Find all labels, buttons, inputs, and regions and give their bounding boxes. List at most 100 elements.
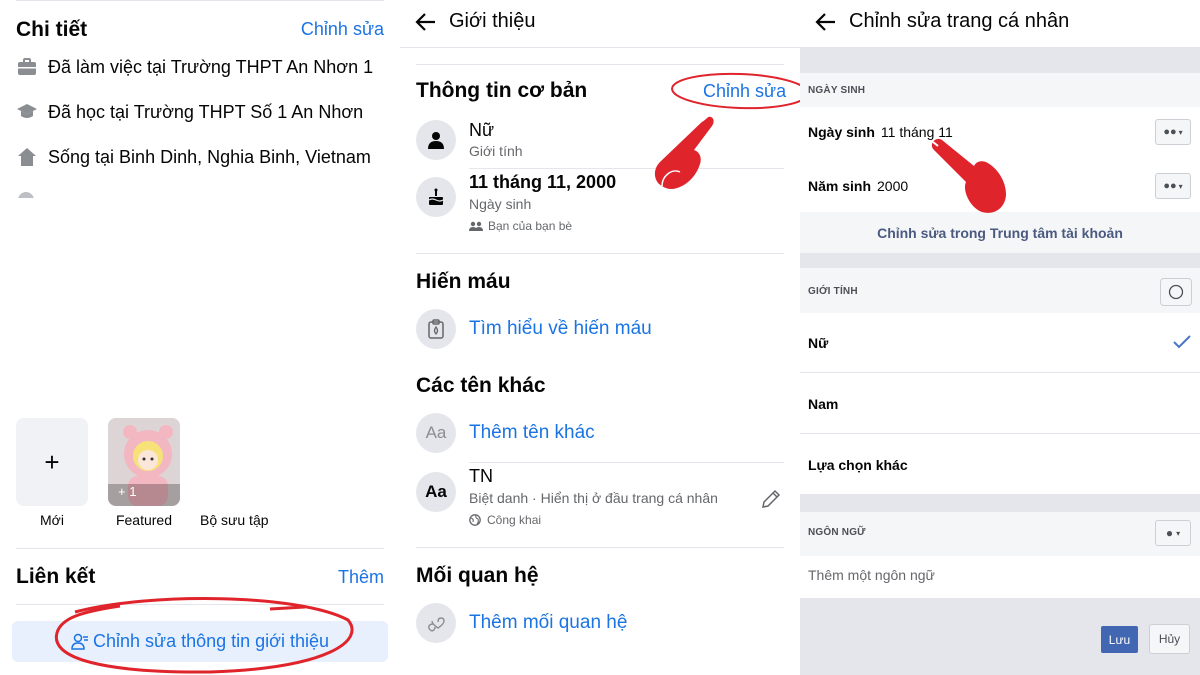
divider xyxy=(16,0,384,1)
cancel-button[interactable]: Hủy xyxy=(1149,624,1190,654)
divider xyxy=(16,604,384,605)
gender-value: Nữ xyxy=(469,120,495,140)
graduation-cap-icon xyxy=(16,101,38,123)
plus-icon: + xyxy=(44,446,60,477)
collection-label[interactable]: Bộ sưu tập xyxy=(200,512,269,528)
new-featured-button[interactable]: + xyxy=(16,418,88,506)
divider xyxy=(416,547,784,548)
divider xyxy=(16,548,384,549)
page-title: Giới thiệu xyxy=(449,10,536,32)
blood-donation-link[interactable]: Tìm hiểu về hiến máu xyxy=(469,318,652,340)
study-text: Đã học tại Trường THPT Số 1 An Nhơn xyxy=(48,101,364,122)
nickname-description: Biệt danh · Hiển thị ở đầu trang cá nhân xyxy=(469,490,718,506)
birthday-field: Ngày sinh 11 tháng 11 xyxy=(808,124,953,140)
text-aa-icon: Aa xyxy=(416,413,456,453)
birthday-audience[interactable]: Bạn của bạn bè xyxy=(469,219,572,233)
blood-donation-icon xyxy=(416,309,456,349)
nickname-aa-icon: Aa xyxy=(416,472,456,512)
language-audience-selector[interactable]: ● ▾ xyxy=(1155,520,1191,546)
language-input[interactable]: Thêm một ngôn ngữ xyxy=(808,567,935,583)
gender-label: Giới tính xyxy=(469,143,523,159)
edit-intro-label: Chỉnh sửa thông tin giới thiệu xyxy=(93,631,329,651)
section-gap xyxy=(800,47,1200,73)
birthday-field-label: Ngày sinh xyxy=(808,124,875,140)
intro-panel: Giới thiệu Thông tin cơ bản Chỉnh sửa Nữ… xyxy=(400,0,800,675)
nickname-audience[interactable]: Công khai xyxy=(469,513,541,527)
nickname-value: TN xyxy=(469,466,493,486)
home-icon xyxy=(16,146,38,168)
caret-down-icon: ▾ xyxy=(1178,127,1183,137)
hearts-icon xyxy=(416,603,456,643)
profile-details-panel: Chi tiết Chỉnh sửa Đã làm việc tại Trườn… xyxy=(0,0,400,675)
section-gap xyxy=(800,253,1200,268)
study-row[interactable]: Đã học tại Trường THPT Số 1 An Nhơn xyxy=(16,99,363,125)
edit-profile-panel: Chỉnh sửa trang cá nhân NGÀY SINH Ngày s… xyxy=(800,0,1200,675)
caret-down-icon: ▾ xyxy=(1178,181,1183,191)
friends-icon: ●● xyxy=(1163,126,1177,138)
globe-icon xyxy=(469,514,481,526)
page-title: Chỉnh sửa trang cá nhân xyxy=(849,10,1070,32)
friends-icon xyxy=(469,221,483,231)
blood-donation-title: Hiến máu xyxy=(416,270,511,293)
accounts-center-label: Chỉnh sửa trong Trung tâm tài khoản xyxy=(877,224,1123,241)
details-edit-link[interactable]: Chỉnh sửa xyxy=(301,19,384,40)
birthyear-field: Năm sinh 2000 xyxy=(808,178,908,194)
featured-count: + 1 xyxy=(118,484,137,499)
divider xyxy=(469,168,784,169)
language-section-label: NGÔN NGỮ xyxy=(808,527,866,538)
gender-option-label: Nam xyxy=(808,395,839,412)
accounts-center-link[interactable]: Chỉnh sửa trong Trung tâm tài khoản xyxy=(800,212,1200,253)
divider xyxy=(416,253,784,254)
section-header xyxy=(800,268,1200,313)
gender-option-female[interactable]: Nữ xyxy=(800,313,1200,373)
checkmark-icon xyxy=(1173,335,1191,349)
gender-visibility-toggle[interactable] xyxy=(1160,278,1192,306)
basic-info-edit-link[interactable]: Chỉnh sửa xyxy=(703,81,786,102)
birthyear-field-value: 2000 xyxy=(877,178,909,194)
birthday-audience-label: Bạn của bạn bè xyxy=(488,219,573,233)
birthday-audience-selector[interactable]: ●● ▾ xyxy=(1155,119,1191,145)
person-edit-icon xyxy=(71,633,88,650)
save-button[interactable]: Lưu xyxy=(1101,626,1138,653)
add-other-name-link[interactable]: Thêm tên khác xyxy=(469,422,595,444)
links-title: Liên kết xyxy=(16,565,96,588)
basic-info-edit-label: Chỉnh sửa xyxy=(703,81,787,101)
work-row[interactable]: Đã làm việc tại Trường THPT An Nhơn 1 xyxy=(16,54,373,80)
featured-label: Featured xyxy=(115,512,173,528)
edit-nickname-pencil-icon[interactable] xyxy=(759,487,783,516)
birthyear-field-label: Năm sinh xyxy=(808,178,872,194)
details-title: Chi tiết xyxy=(16,18,88,41)
cropped-row xyxy=(18,192,208,198)
relationship-title: Mối quan hệ xyxy=(416,564,539,587)
section-gap xyxy=(800,495,1200,512)
caret-down-icon: ▾ xyxy=(1176,528,1181,538)
globe-icon: ● xyxy=(1165,526,1174,540)
birthyear-audience-selector[interactable]: ●● ▾ xyxy=(1155,173,1191,199)
lives-text: Sống tại Binh Dinh, Nghia Binh, Vietnam xyxy=(48,146,371,167)
birthday-value: 11 tháng 11, 2000 xyxy=(469,172,617,192)
lives-row[interactable]: Sống tại Binh Dinh, Nghia Binh, Vietnam xyxy=(16,144,371,170)
gender-section-label: GIỚI TÍNH xyxy=(808,286,858,297)
birthday-section-label: NGÀY SINH xyxy=(808,85,866,96)
birthday-cake-icon xyxy=(416,177,456,217)
add-relationship-link[interactable]: Thêm mối quan hệ xyxy=(469,612,627,634)
gender-option-label: Lựa chọn khác xyxy=(808,456,908,473)
edit-intro-button[interactable]: Chỉnh sửa thông tin giới thiệu xyxy=(12,621,388,662)
circle-icon xyxy=(1168,284,1184,300)
featured-tile[interactable]: + 1 xyxy=(108,418,180,506)
gender-option-label: Nữ xyxy=(808,334,829,351)
divider xyxy=(416,64,784,65)
new-label: Mới xyxy=(40,512,64,528)
other-names-title: Các tên khác xyxy=(416,374,546,397)
divider xyxy=(469,462,784,463)
divider xyxy=(400,47,800,48)
nickname-audience-label: Công khai xyxy=(487,513,542,527)
gender-option-male[interactable]: Nam xyxy=(800,374,1200,434)
gender-option-other[interactable]: Lựa chọn khác xyxy=(800,435,1200,495)
friends-icon: ●● xyxy=(1163,180,1177,192)
links-add-link[interactable]: Thêm xyxy=(338,567,384,588)
back-arrow-icon[interactable] xyxy=(414,10,438,39)
person-icon xyxy=(416,120,456,160)
footer-bar xyxy=(800,598,1200,675)
back-arrow-icon[interactable] xyxy=(814,10,838,39)
